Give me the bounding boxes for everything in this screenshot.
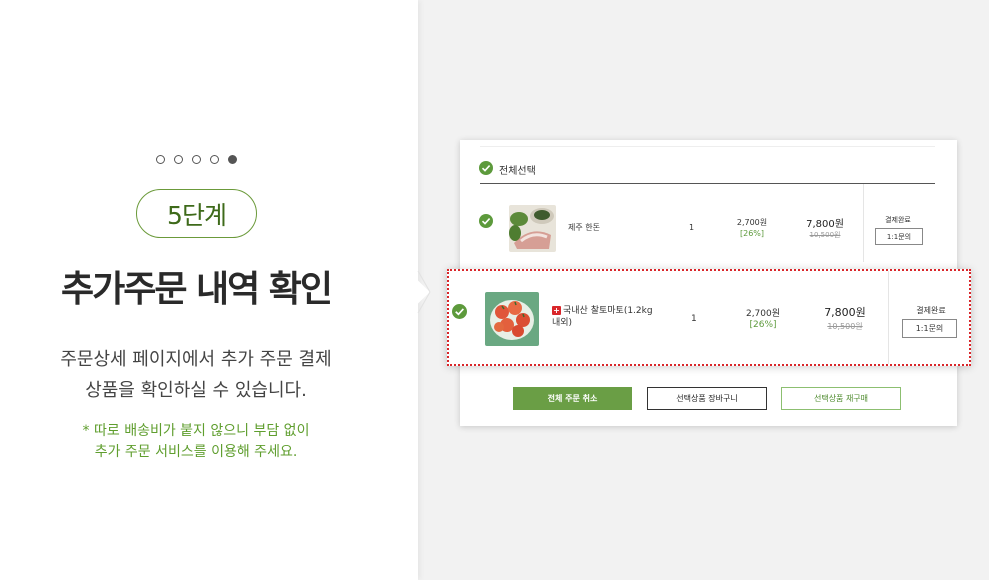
discount-rate: [26%] <box>739 229 765 238</box>
unit-price: 2,700원 <box>736 218 768 227</box>
payment-status: 결제완료 <box>916 306 946 315</box>
product-qty: 1 <box>689 223 695 232</box>
header-divider <box>480 183 935 184</box>
page-title: 추가주문 내역 확인 <box>60 269 333 310</box>
product-image-tomato[interactable] <box>485 292 539 346</box>
discount-rate: [26%] <box>749 320 777 330</box>
pointer-arrow-icon <box>408 271 431 313</box>
note-line-1: * 따로 배송비가 붙지 않으니 부담 없이 <box>82 423 310 439</box>
plus-badge-icon: + <box>552 306 561 315</box>
step-dot-2[interactable] <box>174 155 183 164</box>
add-selected-to-cart-button[interactable]: 선택상품 장바구니 <box>647 387 767 410</box>
description-line-2: 상품을 확인하실 수 있습니다. <box>85 380 307 401</box>
description-line-1: 주문상세 페이지에서 추가 주문 결제 <box>60 349 332 370</box>
column-divider <box>863 184 864 262</box>
product-name[interactable]: + 국내산 찰토마토(1.2kg 내외) <box>552 305 653 329</box>
intro-panel: 5단계 추가주문 내역 확인 주문상세 페이지에서 추가 주문 결제 상품을 확… <box>0 0 418 580</box>
reorder-selected-button[interactable]: 선택상품 재구매 <box>781 387 901 410</box>
step-badge: 5단계 <box>136 189 257 238</box>
inquiry-button[interactable]: 1:1문의 <box>875 228 923 245</box>
final-price: 7,800원 <box>824 306 866 319</box>
unit-price: 2,700원 <box>745 309 781 319</box>
final-price: 7,800원 <box>806 219 844 230</box>
product-image-pork[interactable] <box>509 205 556 252</box>
payment-status: 결제완료 <box>885 216 911 224</box>
column-divider <box>888 271 889 364</box>
step-dots <box>156 155 237 164</box>
select-all-check-icon[interactable] <box>479 161 493 175</box>
divider <box>480 146 935 147</box>
inquiry-button[interactable]: 1:1문의 <box>902 319 957 338</box>
product-name[interactable]: 제주 한돈 <box>568 222 600 233</box>
shipping-note: * 따로 배송비가 붙지 않으니 부담 없이 추가 주문 서비스를 이용해 주세… <box>0 421 392 463</box>
product-name-line-1: + 국내산 찰토마토(1.2kg <box>552 305 653 317</box>
original-price: 10,500원 <box>827 322 863 331</box>
step-dot-5[interactable] <box>228 155 237 164</box>
step-dot-3[interactable] <box>192 155 201 164</box>
highlighted-additional-order-row: + 국내산 찰토마토(1.2kg 내외) 1 2,700원 [26%] 7,800… <box>447 269 971 366</box>
row-check-icon[interactable] <box>479 214 493 228</box>
note-line-2: 추가 주문 서비스를 이용해 주세요. <box>94 444 298 460</box>
step-dot-4[interactable] <box>210 155 219 164</box>
description: 주문상세 페이지에서 추가 주문 결제 상품을 확인하실 수 있습니다. <box>0 344 392 406</box>
product-qty: 1 <box>691 314 697 324</box>
cancel-all-order-button[interactable]: 전체 주문 취소 <box>513 387 632 410</box>
row-check-icon[interactable] <box>452 304 467 319</box>
product-name-text: 국내산 찰토마토(1.2kg <box>563 306 653 316</box>
product-name-line-2: 내외) <box>552 318 573 328</box>
step-dot-1[interactable] <box>156 155 165 164</box>
original-price: 10,500원 <box>809 231 841 239</box>
select-all-label[interactable]: 전체선택 <box>499 162 536 177</box>
